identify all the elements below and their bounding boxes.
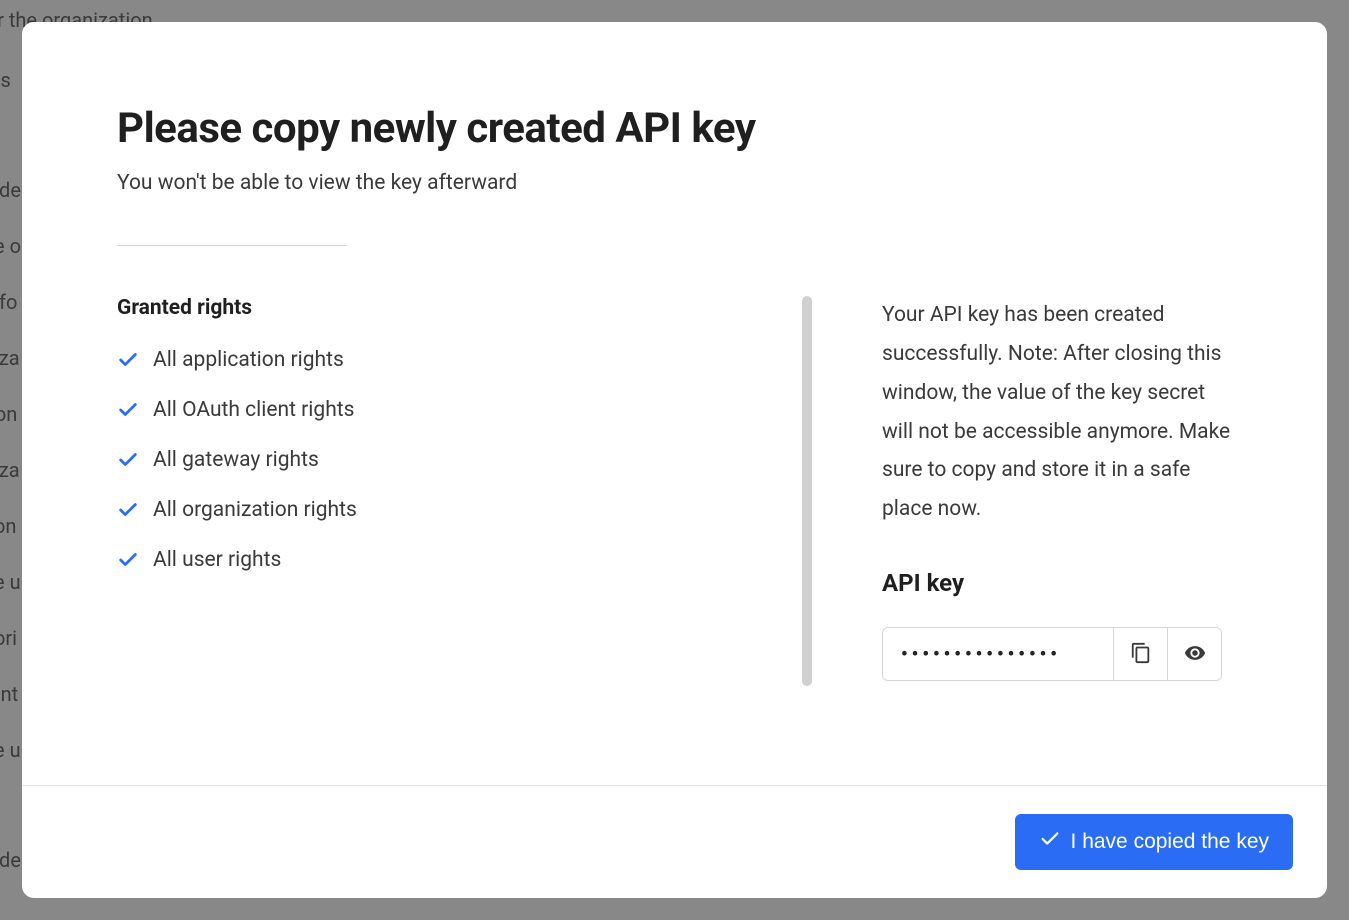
api-key-value[interactable]: ••••••••••••••• [883,628,1113,680]
check-icon [117,449,139,471]
backdrop-text: e o [0,234,21,258]
rights-item-label: All gateway rights [153,448,319,472]
backdrop-text: e u [0,570,21,594]
rights-item-label: All organization rights [153,498,357,522]
rights-item: All user rights [117,548,742,572]
backdrop-text: nde [0,848,21,872]
backdrop-text: e u [0,738,21,762]
backdrop-text: iza [0,458,20,482]
check-icon [117,549,139,571]
rights-item: All application rights [117,348,742,372]
check-icon [117,349,139,371]
backdrop-text: nfo [0,290,17,314]
rights-item-label: All application rights [153,348,344,372]
rights-item: All organization rights [117,498,742,522]
rights-item-label: All user rights [153,548,281,572]
toggle-visibility-button[interactable] [1167,628,1221,680]
rights-item: All gateway rights [117,448,742,472]
backdrop-text: nde [0,178,21,202]
backdrop-text: ori [0,626,17,650]
api-key-field: ••••••••••••••• [882,627,1222,681]
backdrop-text: on [0,514,16,538]
rights-item-label: All OAuth client rights [153,398,354,422]
divider [117,245,347,246]
confirm-button-label: I have copied the key [1071,830,1269,854]
granted-rights-title: Granted rights [117,296,742,320]
check-icon [117,499,139,521]
api-key-modal: Please copy newly created API key You wo… [22,22,1327,898]
backdrop-text: ent [0,682,18,706]
api-key-panel: Your API key has been created successful… [882,296,1232,686]
backdrop-text: ts [0,68,11,92]
backdrop-text: iza [0,346,20,370]
info-text: Your API key has been created successful… [882,296,1232,529]
copy-icon [1130,642,1152,667]
copy-button[interactable] [1113,628,1167,680]
rights-item: All OAuth client rights [117,398,742,422]
modal-title: Please copy newly created API key [117,104,1232,153]
check-icon [117,399,139,421]
rights-list: All application rights All OAuth client … [117,348,742,572]
granted-rights-panel: Granted rights All application rights Al… [117,296,802,686]
confirm-copied-button[interactable]: I have copied the key [1015,814,1293,870]
modal-content: Please copy newly created API key You wo… [22,22,1327,785]
modal-subtitle: You won't be able to view the key afterw… [117,171,1232,195]
eye-icon [1184,642,1206,667]
check-icon [1039,828,1061,856]
backdrop-text: ion [0,402,17,426]
api-key-label: API key [882,569,1232,597]
modal-body: Granted rights All application rights Al… [117,296,1232,686]
modal-footer: I have copied the key [22,785,1327,898]
vertical-separator [802,296,812,686]
